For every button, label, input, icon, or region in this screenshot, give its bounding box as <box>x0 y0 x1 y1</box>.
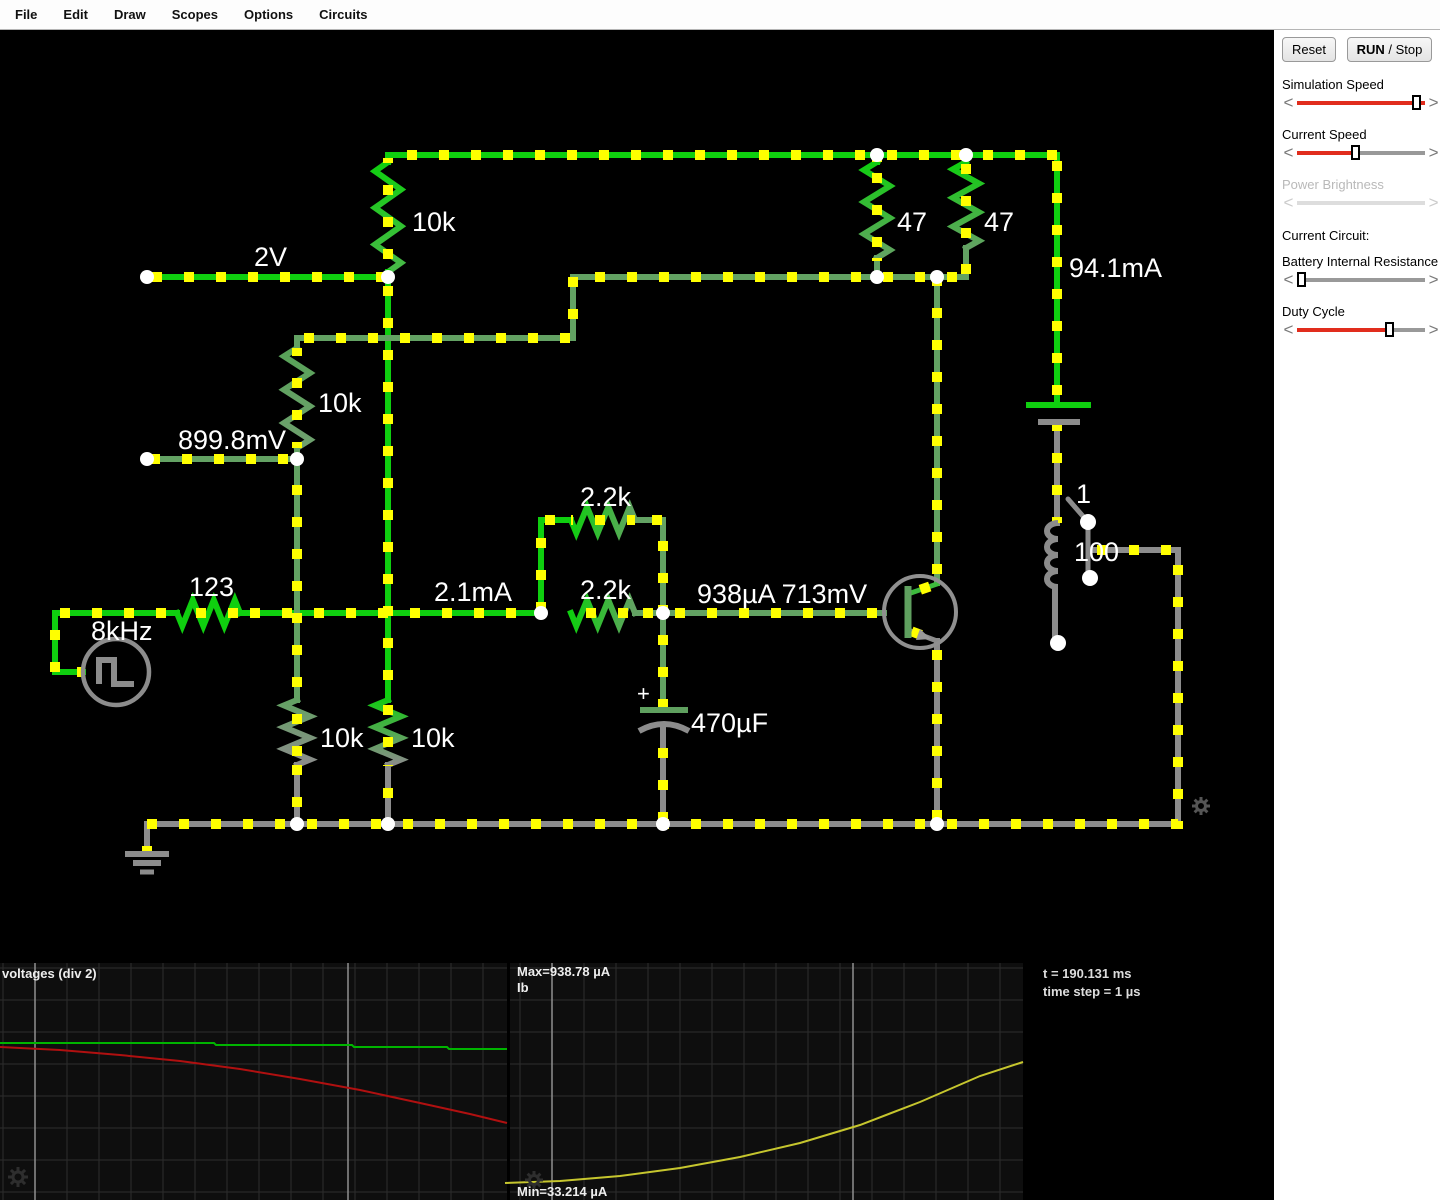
decrease-arrow-icon[interactable]: < <box>1282 273 1295 287</box>
current-speed-slider[interactable]: < > <box>1282 144 1440 162</box>
run-label: RUN <box>1357 42 1385 57</box>
label-re1-value: 10k <box>320 723 364 753</box>
gear-icon[interactable] <box>1197 802 1206 811</box>
label-coil-value: 100 <box>1074 537 1119 567</box>
increase-arrow-icon[interactable]: > <box>1427 96 1440 110</box>
circuit-canvas[interactable]: 10k 2V 47 47 94.1mA 899.8mV 10k 2.2k 123… <box>0 30 1274 1200</box>
increase-arrow-icon[interactable]: > <box>1427 323 1440 337</box>
label-base-current-voltage: 938µA 713mV <box>697 579 867 609</box>
label-r2-value: 10k <box>318 388 362 418</box>
menu-bar: File Edit Draw Scopes Options Circuits <box>0 0 1440 30</box>
wire-feedback-up[interactable] <box>541 520 571 613</box>
stop-label: / Stop <box>1385 42 1423 57</box>
relay-coil[interactable] <box>1047 523 1058 587</box>
scope-left-title: voltages (div 2) <box>2 966 97 981</box>
decrease-arrow-icon[interactable]: < <box>1282 96 1295 110</box>
slider-track[interactable] <box>1297 328 1425 332</box>
label-input-voltage: 899.8mV <box>178 425 286 455</box>
power-brightness-label: Power Brightness <box>1282 177 1440 192</box>
duty-cycle-label: Duty Cycle <box>1282 304 1440 319</box>
simulation-speed-label: Simulation Speed <box>1282 77 1440 92</box>
current-speed-label: Current Speed <box>1282 127 1440 142</box>
label-cap-polarity: + <box>637 681 650 706</box>
menu-circuits[interactable]: Circuits <box>306 7 380 22</box>
reset-button[interactable]: Reset <box>1282 37 1336 62</box>
label-switch-value: 1 <box>1076 479 1091 509</box>
current-speed-section: Current Speed < > <box>1282 127 1440 162</box>
status-sim-time: t = 190.131 ms <box>1043 966 1132 981</box>
power-brightness-slider[interactable]: < > <box>1282 194 1440 212</box>
control-sidebar: Reset RUN / Stop Simulation Speed < > Cu… <box>1274 30 1440 1200</box>
decrease-arrow-icon[interactable]: < <box>1282 196 1295 210</box>
duty-cycle-slider[interactable]: < > <box>1282 321 1440 339</box>
menu-file[interactable]: File <box>0 7 50 22</box>
slider-thumb[interactable] <box>1351 145 1360 160</box>
label-mid-current: 2.1mA <box>434 577 512 607</box>
slider-thumb[interactable] <box>1385 322 1394 337</box>
menu-edit[interactable]: Edit <box>50 7 101 22</box>
power-brightness-section: Power Brightness < > <box>1282 177 1440 212</box>
increase-arrow-icon[interactable]: > <box>1427 146 1440 160</box>
slider-track[interactable] <box>1297 101 1425 105</box>
battery-internal-resistance-label: Battery Internal Resistance <box>1282 254 1440 269</box>
increase-arrow-icon[interactable]: > <box>1427 273 1440 287</box>
menu-draw[interactable]: Draw <box>101 7 159 22</box>
simulation-speed-slider[interactable]: < > <box>1282 94 1440 112</box>
label-re2-value: 10k <box>411 723 455 753</box>
run-stop-button[interactable]: RUN / Stop <box>1347 37 1433 62</box>
battery-internal-resistance-slider[interactable]: < > <box>1282 271 1440 289</box>
status-time-step: time step = 1 µs <box>1043 984 1140 999</box>
slider-thumb[interactable] <box>1297 272 1306 287</box>
duty-cycle-section: Duty Cycle < > <box>1282 304 1440 339</box>
scope-right-max: Max=938.78 µA <box>517 964 610 979</box>
slider-track[interactable] <box>1297 201 1425 205</box>
scope-right-trace-name: Ib <box>517 980 529 995</box>
scope-right-min: Min=33.214 µA <box>517 1184 607 1199</box>
increase-arrow-icon[interactable]: > <box>1427 196 1440 210</box>
decrease-arrow-icon[interactable]: < <box>1282 146 1295 160</box>
menu-scopes[interactable]: Scopes <box>159 7 231 22</box>
label-r47a-value: 47 <box>897 207 927 237</box>
menu-options[interactable]: Options <box>231 7 306 22</box>
simulation-speed-section: Simulation Speed < > <box>1282 77 1440 112</box>
current-circuit-label: Current Circuit: <box>1282 228 1440 243</box>
label-cap-value: 470µF <box>691 708 768 738</box>
wire-collector-feed[interactable] <box>297 277 966 338</box>
scope-right-panel[interactable] <box>510 963 1023 1200</box>
scope-left-panel[interactable] <box>0 963 507 1200</box>
label-supply-voltage: 2V <box>254 242 287 272</box>
label-rs-value: 2.2k <box>580 575 632 605</box>
label-source-frequency: 8kHz <box>91 616 153 646</box>
slider-track[interactable] <box>1297 151 1425 155</box>
slider-thumb[interactable] <box>1412 95 1421 110</box>
slider-track[interactable] <box>1297 278 1425 282</box>
resistor-10k-mid[interactable] <box>284 348 310 448</box>
label-rin-value: 123 <box>189 572 234 602</box>
circuit-simulator-app: File Edit Draw Scopes Options Circuits <box>0 0 1440 1200</box>
label-battery-current: 94.1mA <box>1069 253 1162 283</box>
label-r47b-value: 47 <box>984 207 1014 237</box>
decrease-arrow-icon[interactable]: < <box>1282 323 1295 337</box>
square-wave-icon <box>99 660 134 684</box>
wire-feedback-down[interactable] <box>635 520 663 613</box>
label-rf-value: 2.2k <box>580 482 632 512</box>
battery-internal-resistance-section: Battery Internal Resistance < > <box>1282 254 1440 289</box>
label-r1-value: 10k <box>412 207 456 237</box>
